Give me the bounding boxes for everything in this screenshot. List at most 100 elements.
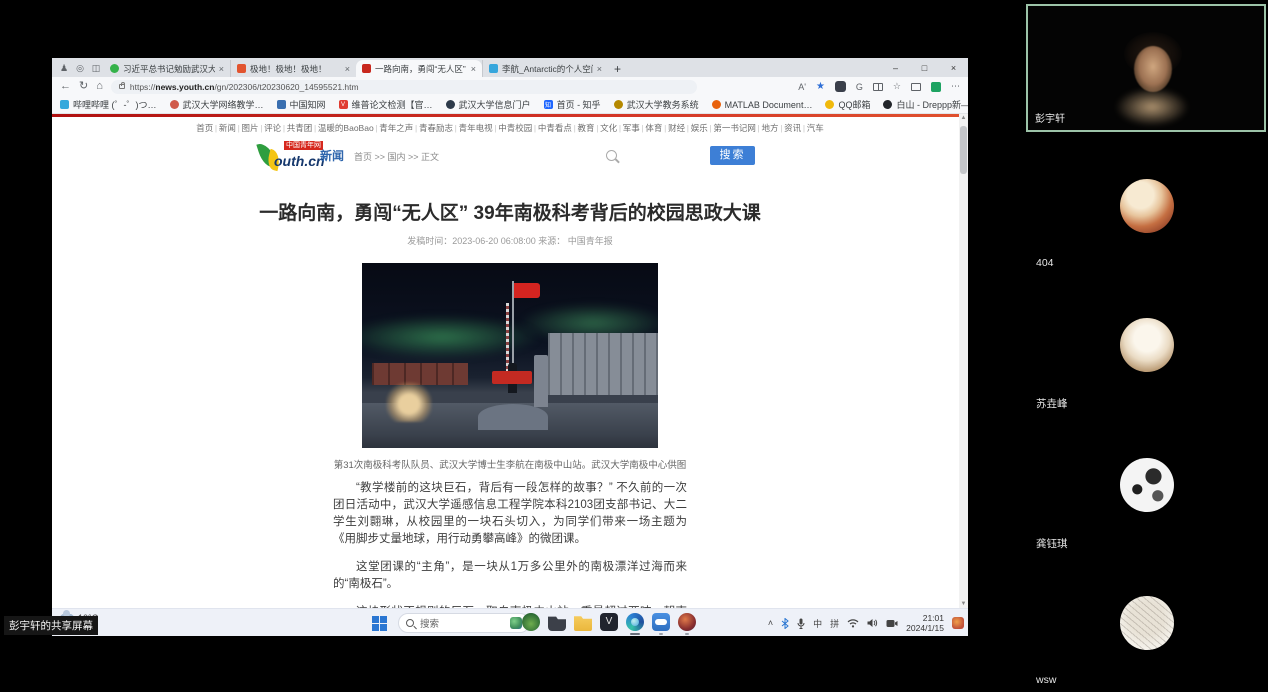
section-link[interactable]: 新闻	[320, 147, 344, 164]
extension-icon[interactable]	[931, 82, 941, 92]
bookmark-item[interactable]: V维普论文检测【官…	[339, 98, 433, 111]
bookmark-item[interactable]: MATLAB Document…	[712, 100, 813, 110]
bookmark-item[interactable]: 哔哩哔哩 (゜-゜)つ…	[60, 98, 157, 111]
speaker-icon[interactable]	[867, 618, 878, 628]
bookmark-item[interactable]: QQ邮箱	[825, 98, 870, 111]
tab-close-icon[interactable]: ×	[597, 64, 602, 74]
site-nav-item[interactable]: 青春励志	[413, 123, 453, 133]
browser-tab-4[interactable]: 李航_Antarctic的个人空间-李航… ×	[482, 60, 608, 77]
edge-browser-icon[interactable]	[626, 613, 644, 631]
browser-essentials-icon[interactable]	[835, 81, 846, 92]
home-icon[interactable]: ⌂	[96, 81, 103, 92]
start-button[interactable]	[372, 616, 387, 631]
whu-teaching-icon	[170, 100, 179, 109]
site-nav-item[interactable]: 温暖的BaoBao	[312, 123, 373, 133]
presenter-video-tile[interactable]: 彭宇轩	[1026, 4, 1266, 132]
site-nav-item[interactable]: 评论	[259, 123, 282, 133]
breadcrumb[interactable]: 首页 >> 国内 >> 正文	[354, 150, 439, 163]
tab-close-icon[interactable]: ×	[219, 64, 224, 74]
close-icon[interactable]: ×	[939, 60, 968, 77]
youth-cn-logo[interactable]: 中国青年网 outh.cn	[258, 140, 368, 176]
bluetooth-icon[interactable]	[781, 618, 789, 629]
netdisk-icon[interactable]	[652, 613, 670, 631]
maximize-icon[interactable]: □	[910, 60, 939, 77]
tab-close-icon[interactable]: ×	[471, 64, 476, 74]
site-nav-item[interactable]: 资讯	[779, 123, 802, 133]
taskbar-search[interactable]: 搜索	[398, 613, 530, 633]
taskbar-clock[interactable]: 21:01 2024/1/15	[906, 613, 944, 633]
tab-close-icon[interactable]: ×	[345, 64, 350, 74]
article-photo	[362, 263, 658, 448]
translate-icon[interactable]: G	[856, 82, 863, 92]
bookmark-item[interactable]: 知首页 - 知乎	[544, 98, 601, 111]
scroll-up-icon[interactable]: ▲	[959, 115, 968, 121]
bookmark-item[interactable]: 武汉大学信息门户	[446, 98, 531, 111]
site-nav-item[interactable]: 财经	[662, 123, 685, 133]
site-nav-item[interactable]: 图片	[236, 123, 259, 133]
profile-icon[interactable]: ♟	[56, 60, 72, 77]
settings-menu-icon[interactable]: ⋯	[951, 81, 960, 92]
bookmark-item[interactable]: 武汉大学网络教学…	[170, 98, 264, 111]
site-nav-item[interactable]: 体育	[640, 123, 663, 133]
participant-avatar[interactable]	[1120, 179, 1174, 233]
minimize-icon[interactable]: –	[881, 60, 910, 77]
bookmark-item[interactable]: 武汉大学教务系统	[614, 98, 699, 111]
collections-icon[interactable]	[911, 83, 921, 91]
app-icon-v[interactable]: V	[600, 613, 618, 631]
participant-avatar[interactable]	[1120, 458, 1174, 512]
bookmark-item[interactable]: 白山 - Dreppp新—…	[883, 98, 968, 111]
workspaces-icon[interactable]: ◎	[72, 60, 88, 77]
participant-avatar[interactable]	[1120, 596, 1174, 650]
site-nav-item[interactable]: 共青团	[281, 123, 312, 133]
site-nav-item[interactable]: 娱乐	[685, 123, 708, 133]
site-nav-item[interactable]: 中青校园	[493, 123, 533, 133]
back-icon[interactable]: ←	[60, 81, 71, 92]
app-icon-green[interactable]	[522, 613, 540, 631]
tab-actions-icon[interactable]: ◫	[88, 60, 104, 77]
split-screen-icon[interactable]	[873, 83, 883, 91]
file-explorer-icon[interactable]	[574, 613, 592, 631]
site-nav-item[interactable]: 青年电视	[453, 123, 493, 133]
favorites-icon[interactable]: ☆	[893, 81, 901, 92]
site-nav-item[interactable]: 军事	[617, 123, 640, 133]
app-icon-dark-folder[interactable]	[548, 613, 566, 631]
tray-chevron-icon[interactable]: ˄	[768, 618, 773, 628]
site-nav-item[interactable]: 地方	[756, 123, 779, 133]
bookmark-item[interactable]: 中国知网	[277, 98, 326, 111]
browser-tab-3-active[interactable]: 一路向南，勇闯“无人区” 39年南… ×	[356, 60, 482, 77]
favorite-star-icon[interactable]: ★	[816, 81, 825, 92]
site-nav-item[interactable]: 文化	[595, 123, 618, 133]
red-banner	[492, 371, 532, 384]
refresh-icon[interactable]: ↻	[79, 81, 88, 92]
wifi-icon[interactable]	[847, 618, 859, 628]
address-bar[interactable]: https://news.youth.cn/gn/202306/t2023062…	[111, 80, 697, 94]
search-highlight-icon	[510, 617, 522, 629]
page-scrollbar[interactable]: ▲ ▼	[959, 114, 968, 608]
site-nav-item[interactable]: 汽车	[801, 123, 824, 133]
site-nav-item[interactable]: 首页	[196, 123, 213, 133]
ime-mode[interactable]: 拼	[830, 617, 839, 630]
site-nav-item[interactable]: 新闻	[213, 123, 236, 133]
browser-tab-2[interactable]: 极地！极地！极地！ ×	[230, 60, 356, 77]
site-nav-item[interactable]: 青年之声	[374, 123, 414, 133]
new-tab-icon[interactable]: +	[614, 62, 621, 76]
article-body: “教学楼前的这块巨石，背后有一段怎样的故事？” 不久前的一次团日活动中，武汉大学…	[333, 480, 687, 608]
read-aloud-icon[interactable]: Aʹ	[798, 82, 806, 92]
camera-icon[interactable]	[886, 619, 898, 628]
notification-icon[interactable]	[952, 617, 964, 629]
site-nav-item[interactable]: 中青看点	[532, 123, 572, 133]
site-nav-item[interactable]: 教育	[572, 123, 595, 133]
site-search-button[interactable]: 搜索	[710, 146, 755, 165]
scroll-down-icon[interactable]: ▼	[959, 601, 968, 607]
tab1-favicon	[110, 64, 119, 73]
participant-name: 龚钰琪	[1036, 536, 1068, 551]
participant-avatar[interactable]	[1120, 318, 1174, 372]
ime-language[interactable]: 中	[813, 617, 822, 630]
site-nav-item[interactable]: 第一书记网	[708, 123, 756, 133]
article-title: 一路向南，勇闯“无人区” 39年南极科考背后的校园思政大课	[52, 198, 968, 225]
meeting-app-icon[interactable]	[678, 613, 696, 631]
browser-tab-1[interactable]: 习近平总书记勉励武汉大学参加中 ×	[104, 60, 230, 77]
microphone-icon[interactable]	[797, 618, 805, 629]
search-icon[interactable]	[606, 150, 617, 161]
scrollbar-thumb[interactable]	[960, 126, 967, 174]
